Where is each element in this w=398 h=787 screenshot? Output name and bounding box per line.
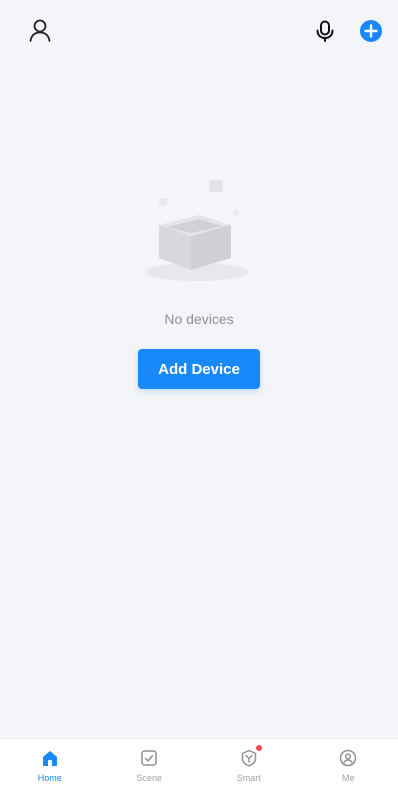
notification-dot (255, 745, 262, 751)
add-device-button[interactable]: Add Device (138, 349, 260, 389)
plus-circle-icon (360, 20, 382, 42)
app-screen: No devices Add Device Home Scene Smart M… (0, 0, 398, 787)
nav-item-scene[interactable]: Scene (100, 739, 200, 787)
no-devices-message: No devices (164, 311, 234, 327)
scene-checkbox-icon (138, 747, 160, 769)
person-outline-icon (29, 19, 51, 42)
nav-label-scene: Scene (136, 773, 163, 783)
nav-label-home: Home (37, 773, 62, 783)
microphone-icon (316, 20, 334, 42)
me-profile-icon (337, 747, 359, 769)
add-button[interactable] (356, 16, 386, 46)
nav-label-me: Me (341, 773, 355, 783)
empty-state: No devices Add Device (0, 170, 398, 389)
nav-item-smart[interactable]: Smart (199, 739, 299, 787)
bottom-nav: Home Scene Smart Me (0, 738, 398, 787)
nav-item-me[interactable]: Me (299, 739, 398, 787)
profile-button[interactable] (24, 14, 56, 46)
top-bar (0, 0, 398, 64)
nav-label-smart: Smart (236, 773, 261, 783)
voice-button[interactable] (310, 16, 340, 46)
home-icon (39, 747, 61, 769)
empty-box-illustration (145, 180, 249, 281)
smart-shield-icon (238, 745, 262, 769)
nav-item-home[interactable]: Home (0, 739, 100, 787)
